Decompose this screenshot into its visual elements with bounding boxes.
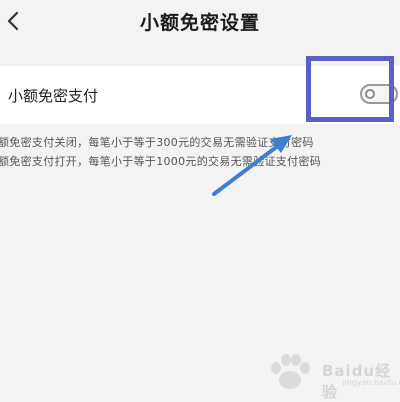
baidu-jingyan-watermark: Baidu经验 jingyan.baidu.com xyxy=(262,350,400,401)
setting-label: 小额免密支付 xyxy=(8,87,99,105)
description-line-on: 额免密支付打开，每笔小于等于1000元的交易无需验证支付密码 xyxy=(0,155,321,168)
header-bar: 小额免密设置 xyxy=(0,0,400,46)
highlight-box xyxy=(306,56,394,122)
description-line-off: 额免密支付关闭，每笔小于等于300元的交易无需验证支付密码 xyxy=(0,136,314,149)
watermark-url: jingyan.baidu.com xyxy=(342,378,400,387)
paw-logo-icon xyxy=(271,354,310,389)
page-title: 小额免密设置 xyxy=(139,12,260,34)
